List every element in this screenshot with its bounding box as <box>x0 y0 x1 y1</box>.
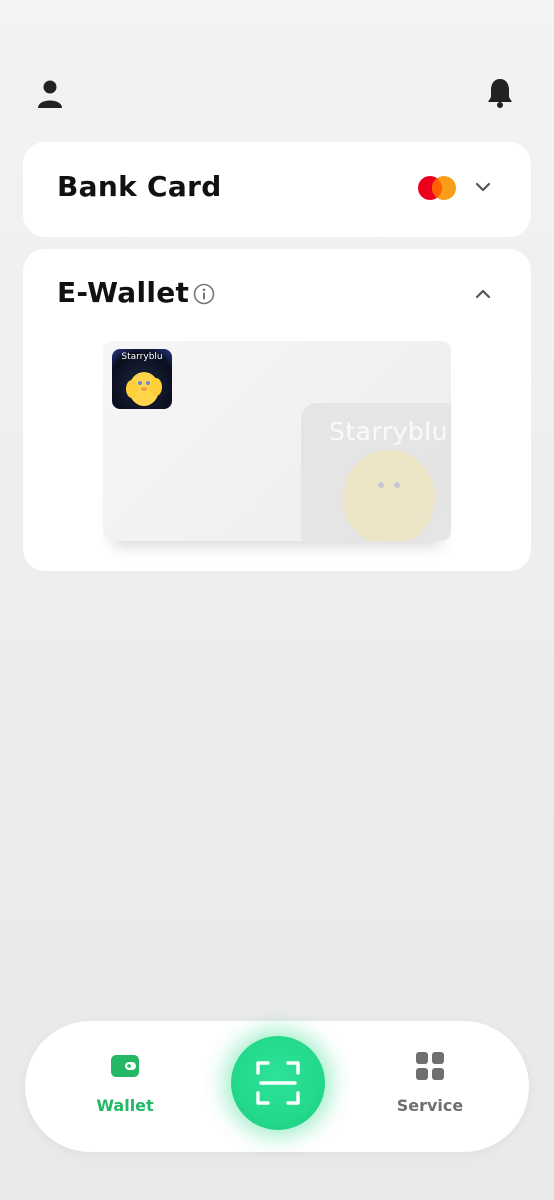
e-wallet-title: E-Wallet <box>57 276 190 309</box>
chevron-down-icon[interactable] <box>474 181 492 193</box>
card-watermark-text: Starryblu <box>329 417 449 446</box>
nav-wallet-label: Wallet <box>96 1096 154 1115</box>
person-icon <box>38 80 62 108</box>
e-wallet-card[interactable]: Starryblu Starryblu <box>103 341 451 541</box>
wallet-icon <box>111 1055 139 1077</box>
chevron-up-icon[interactable] <box>474 288 492 300</box>
notification-button[interactable] <box>486 77 514 109</box>
top-bar <box>0 0 554 130</box>
nav-service[interactable]: Service <box>375 1051 485 1131</box>
mastercard-icon <box>418 176 456 200</box>
nav-service-label: Service <box>396 1096 464 1115</box>
card-logo-text: Starryblu <box>121 352 163 362</box>
scan-icon <box>256 1061 300 1105</box>
nav-wallet[interactable]: Wallet <box>70 1051 180 1131</box>
profile-button[interactable] <box>36 78 64 110</box>
bank-card-section[interactable]: Bank Card <box>23 142 531 237</box>
scan-button[interactable] <box>231 1036 325 1130</box>
info-icon[interactable] <box>193 283 215 305</box>
bell-icon <box>488 79 512 108</box>
grid-icon <box>416 1052 444 1080</box>
starryblu-logo: Starryblu <box>112 349 172 409</box>
e-wallet-section: E-Wallet Starryblu Starryblu <box>23 249 531 571</box>
bank-card-title: Bank Card <box>57 170 222 203</box>
